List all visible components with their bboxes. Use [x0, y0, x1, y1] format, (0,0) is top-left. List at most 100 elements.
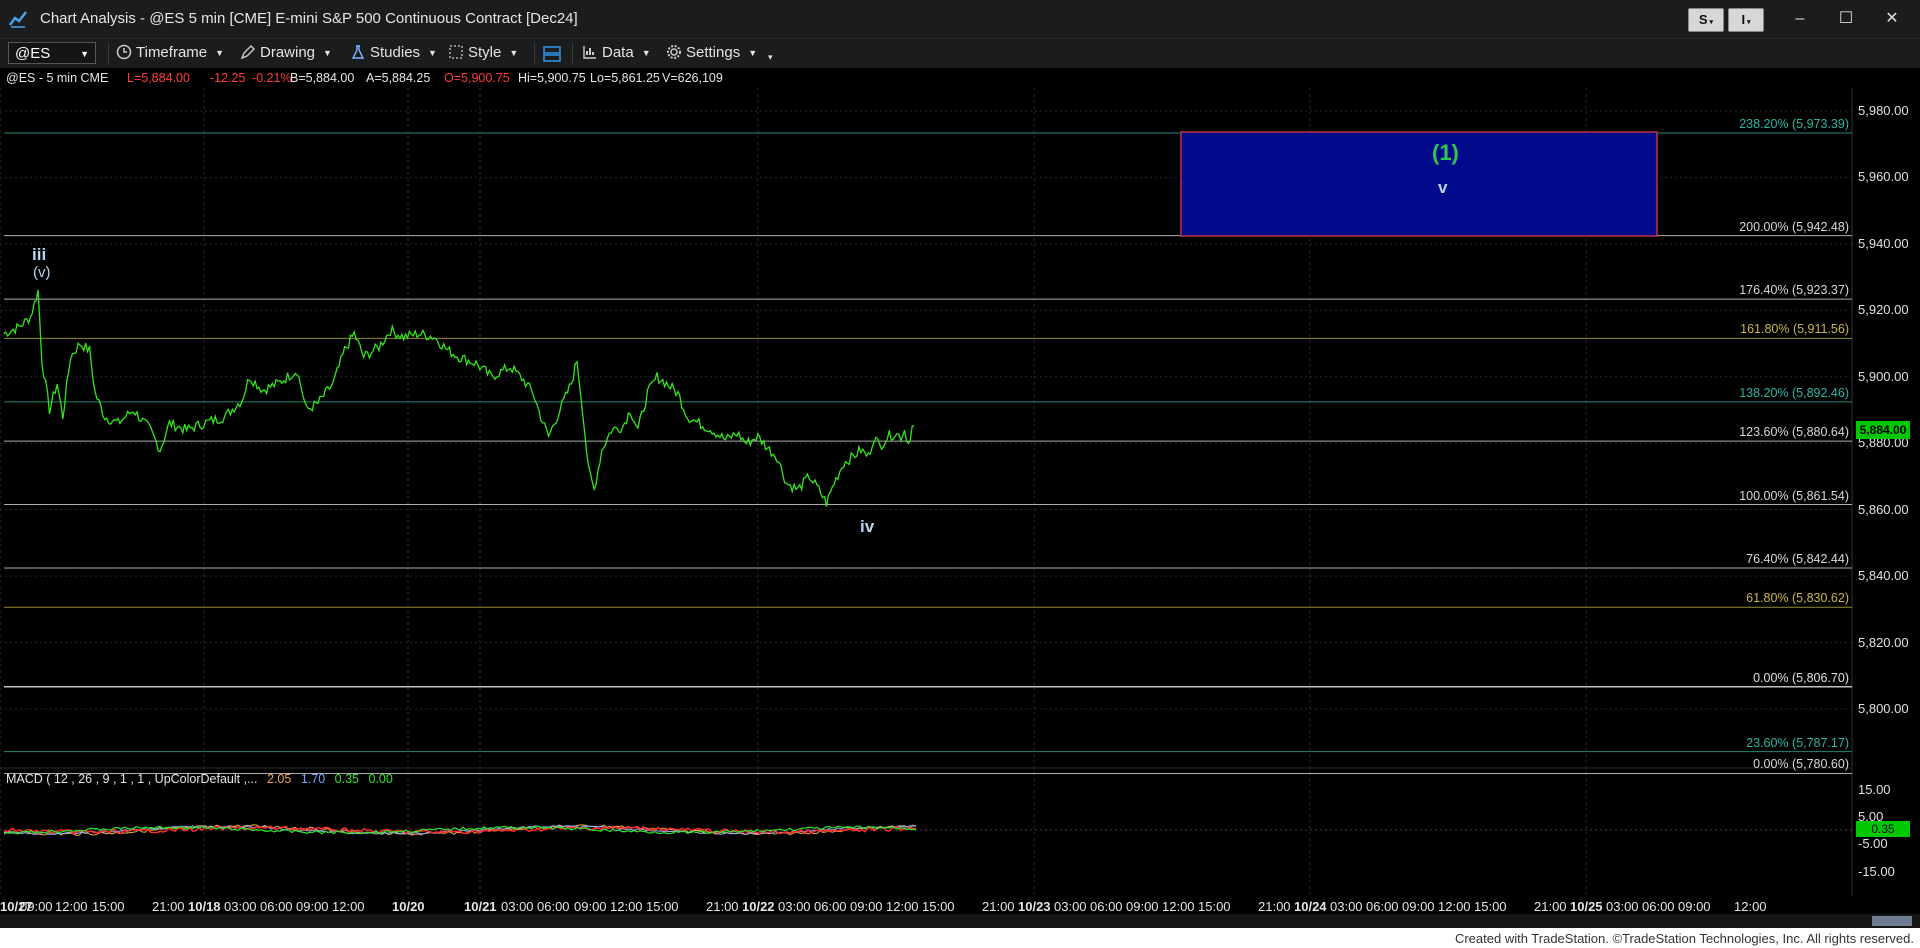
ask-price: A=5,884.25	[366, 71, 431, 85]
time-tick-26: 06:00	[1090, 899, 1123, 914]
price-tick-3: 5,920.00	[1858, 302, 1909, 318]
time-tick-21: 12:00	[886, 899, 919, 914]
time-tick-25: 03:00	[1054, 899, 1087, 914]
settings-menu[interactable]: Settings ▼	[666, 44, 757, 61]
time-tick-7: 09:00	[296, 899, 329, 914]
scrollbar-thumb[interactable]	[1872, 916, 1912, 926]
macd-diff-value: 0.35	[334, 772, 359, 786]
clock-icon	[116, 44, 132, 60]
macd-current-badge: 0.35	[1856, 821, 1910, 837]
fib-label-1: 200.00% (5,942.48)	[1739, 219, 1849, 234]
net-change-pct: -0.21%	[252, 71, 292, 85]
time-axis[interactable]: 09:00 12:00 15:00 21:00 10/18 03:00 06:00 09:00…	[0, 896, 1920, 916]
time-tick-2: 15:00	[92, 899, 125, 914]
wave-1-target-label: (1)	[1432, 140, 1459, 165]
fib-label-10: 23.60% (5,787.17)	[1746, 735, 1849, 750]
time-tick-36: 15:00	[1474, 899, 1507, 914]
macd-legend: MACD ( 12 , 26 , 9 , 1 , 1 , UpColorDefa…	[6, 772, 393, 786]
tradestation-logo-icon	[8, 11, 27, 28]
time-tick-10: 10/21	[464, 899, 497, 914]
time-tick-29: 15:00	[1198, 899, 1231, 914]
window-title: Chart Analysis - @ES 5 min [CME] E-mini …	[40, 10, 578, 27]
data-menu[interactable]: Data ▼	[582, 44, 651, 61]
time-tick-23: 21:00	[982, 899, 1015, 914]
i-menu-button[interactable]: I ▾	[1728, 8, 1764, 32]
fib-label-5: 123.60% (5,880.64)	[1739, 425, 1849, 440]
time-tick-4: 10/18	[188, 899, 221, 914]
style-menu[interactable]: Style ▼	[448, 44, 518, 61]
time-tick-28: 12:00	[1162, 899, 1195, 914]
low-price: Lo=5,861.25	[590, 71, 660, 85]
quote-header: @ES - 5 min CME L=5,884.00 -12.25 -0.21%…	[0, 68, 1920, 88]
macd-tick-0: 15.00	[1858, 782, 1891, 797]
pen-icon	[240, 45, 255, 60]
toolbar-overflow-icon[interactable]: ▾	[768, 52, 773, 63]
price-tick-8: 5,820.00	[1858, 634, 1909, 650]
s-menu-button[interactable]: S ▾	[1688, 8, 1724, 32]
symbol-input[interactable]: @ES ▼	[8, 42, 96, 64]
chevron-down-icon: ▼	[80, 49, 89, 59]
time-tick-14: 12:00	[610, 899, 643, 914]
timeframe-menu[interactable]: Timeframe ▼	[116, 44, 224, 61]
time-tick-13: 09:00	[574, 899, 607, 914]
fib-label-8: 61.80% (5,830.62)	[1746, 591, 1849, 606]
minimize-button[interactable]: –	[1780, 6, 1820, 32]
open-price: O=5,900.75	[444, 71, 510, 85]
time-tick-35: 12:00	[1438, 899, 1471, 914]
time-tick-20: 09:00	[850, 899, 883, 914]
layout-icon[interactable]	[542, 45, 562, 63]
macd-tick-3: -15.00	[1858, 864, 1895, 879]
price-tick-9: 5,800.00	[1858, 701, 1909, 716]
net-change: -12.25	[210, 71, 246, 85]
wave-target-box	[1180, 131, 1658, 237]
time-tick-12: 06:00	[537, 899, 570, 914]
time-tick-6: 06:00	[260, 899, 293, 914]
flask-icon	[351, 45, 365, 59]
high-price: Hi=5,900.75	[518, 71, 586, 85]
price-tick-0: 5,980.00	[1858, 103, 1909, 118]
time-tick-43: 10/27	[0, 899, 33, 914]
time-tick-27: 09:00	[1126, 899, 1159, 914]
toolbar: @ES ▼ Timeframe ▼ Drawing ▼ Studies ▼ Style ▼…	[0, 38, 1920, 69]
time-tick-5: 03:00	[224, 899, 257, 914]
footer: Created with TradeStation. ©TradeStation…	[0, 928, 1920, 948]
time-tick-24: 10/23	[1018, 899, 1051, 914]
fib-label-4: 138.20% (5,892.46)	[1739, 385, 1849, 400]
time-tick-17: 10/22	[742, 899, 775, 914]
time-tick-31: 10/24	[1294, 899, 1327, 914]
price-tick-4: 5,900.00	[1858, 368, 1909, 384]
fib-label-3: 161.80% (5,911.56)	[1740, 322, 1849, 337]
time-tick-30: 21:00	[1258, 899, 1291, 914]
time-tick-42: 12:00	[1734, 899, 1767, 914]
studies-menu[interactable]: Studies ▼	[350, 44, 437, 61]
last-price: L=5,884.00	[127, 71, 190, 85]
time-tick-15: 15:00	[646, 899, 679, 914]
copyright-text: Created with TradeStation. ©TradeStation…	[1454, 931, 1914, 946]
time-tick-9: 10/20	[392, 899, 425, 914]
bid-price: B=5,884.00	[290, 71, 355, 85]
time-tick-40: 06:00	[1642, 899, 1675, 914]
macd-value: 2.05	[266, 772, 292, 786]
wave-iii-label: iii	[32, 245, 47, 264]
fib-label-6: 100.00% (5,861.54)	[1739, 488, 1849, 503]
gear-icon	[667, 45, 681, 59]
time-tick-38: 10/25	[1570, 899, 1603, 914]
close-button[interactable]: ✕	[1872, 6, 1912, 32]
chart-scrollbar[interactable]	[0, 914, 1920, 928]
fib-label-9: 0.00% (5,806.70)	[1753, 670, 1849, 685]
maximize-button[interactable]: ☐	[1826, 6, 1866, 32]
wave-v-target-label: v	[1438, 178, 1448, 197]
title-bar: Chart Analysis - @ES 5 min [CME] E-mini …	[0, 0, 1920, 38]
drawing-menu[interactable]: Drawing ▼	[240, 44, 332, 61]
time-tick-34: 09:00	[1402, 899, 1435, 914]
style-icon	[449, 45, 463, 59]
time-tick-32: 03:00	[1330, 899, 1363, 914]
volume: V=626,109	[662, 71, 723, 85]
time-tick-37: 21:00	[1534, 899, 1567, 914]
fib-label-0: 238.20% (5,973.39)	[1739, 116, 1849, 131]
fib-label-11: 0.00% (5,780.60)	[1753, 757, 1849, 772]
time-tick-3: 21:00	[152, 899, 185, 914]
fib-label-2: 176.40% (5,923.37)	[1739, 283, 1849, 298]
time-tick-19: 06:00	[814, 899, 847, 914]
time-tick-1: 12:00	[55, 899, 88, 914]
